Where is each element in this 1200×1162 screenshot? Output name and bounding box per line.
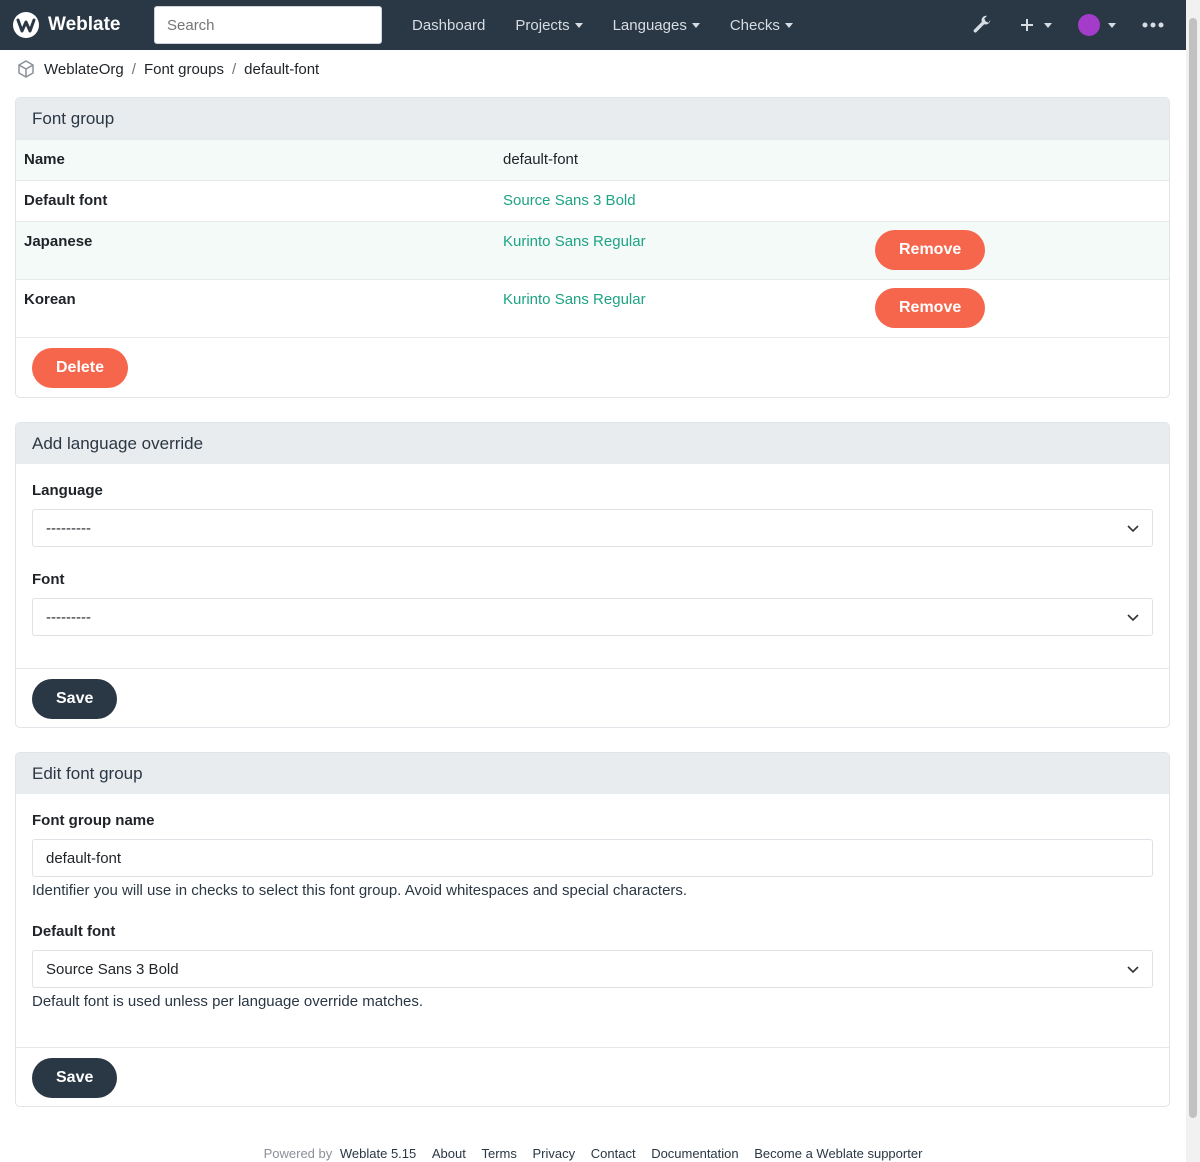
user-menu[interactable] bbox=[1078, 14, 1116, 36]
row-label: Default font bbox=[24, 192, 108, 209]
breadcrumb-current[interactable]: default-font bbox=[244, 61, 319, 78]
avatar bbox=[1078, 14, 1100, 36]
nav-links: Dashboard Projects Languages Checks bbox=[397, 17, 808, 34]
footer-link-contact[interactable]: Contact bbox=[591, 1146, 636, 1161]
select-value: Source Sans 3 Bold bbox=[46, 960, 179, 978]
font-label: Font bbox=[32, 571, 65, 588]
breadcrumb-separator: / bbox=[131, 60, 136, 78]
top-navbar: Weblate Dashboard Projects Languages Che… bbox=[0, 0, 1186, 50]
delete-button[interactable]: Delete bbox=[32, 348, 129, 388]
font-group-name-label: Font group name bbox=[32, 812, 155, 829]
footer-link-supporter[interactable]: Become a Weblate supporter bbox=[754, 1146, 922, 1161]
table-row: Korean Kurinto Sans Regular Remove bbox=[16, 279, 1169, 337]
caret-down-icon bbox=[1044, 22, 1052, 28]
default-font-select[interactable]: Source Sans 3 Bold bbox=[32, 950, 1153, 988]
font-group-card: Font group Name default-font Default fon… bbox=[15, 97, 1170, 398]
scrollbar-thumb[interactable] bbox=[1189, 18, 1197, 1118]
add-override-card: Add language override Language ---------… bbox=[15, 422, 1170, 728]
card-footer: Save bbox=[16, 1047, 1169, 1106]
nav-dashboard[interactable]: Dashboard bbox=[397, 17, 500, 34]
breadcrumb-organization[interactable]: WeblateOrg bbox=[44, 61, 124, 78]
row-label: Name bbox=[24, 151, 65, 168]
footer-link-terms[interactable]: Terms bbox=[481, 1146, 516, 1161]
save-button[interactable]: Save bbox=[32, 679, 118, 719]
table-row: Japanese Kurinto Sans Regular Remove bbox=[16, 221, 1169, 279]
footer-link-version[interactable]: Weblate 5.15 bbox=[340, 1146, 416, 1161]
breadcrumb: WeblateOrg / Font groups / default-font bbox=[16, 57, 319, 81]
name-help-text: Identifier you will use in checks to sel… bbox=[32, 882, 688, 899]
default-font-label: Default font bbox=[32, 923, 116, 940]
organization-icon bbox=[18, 60, 34, 78]
edit-font-group-card: Edit font group Font group name Identifi… bbox=[15, 752, 1170, 1107]
footer-link-about[interactable]: About bbox=[432, 1146, 466, 1161]
card-title: Font group bbox=[16, 98, 1169, 139]
override-form: Language --------- Font --------- bbox=[16, 464, 1169, 668]
nav-checks[interactable]: Checks bbox=[715, 17, 808, 34]
nav-right bbox=[945, 0, 1164, 50]
caret-down-icon bbox=[1108, 22, 1116, 28]
footer-link-privacy[interactable]: Privacy bbox=[533, 1146, 576, 1161]
caret-down-icon bbox=[784, 22, 793, 28]
page-footer: Powered by Weblate 5.15 About Terms Priv… bbox=[0, 1146, 1186, 1161]
card-title: Edit font group bbox=[16, 753, 1169, 794]
caret-down-icon bbox=[574, 22, 583, 28]
select-value: --------- bbox=[46, 608, 91, 626]
nav-languages[interactable]: Languages bbox=[598, 17, 715, 34]
scrollbar[interactable] bbox=[1186, 0, 1200, 1162]
save-button[interactable]: Save bbox=[32, 1058, 118, 1098]
chevron-down-icon bbox=[1127, 614, 1139, 622]
nav-projects[interactable]: Projects bbox=[500, 17, 597, 34]
plus-icon[interactable] bbox=[1019, 17, 1052, 33]
more-icon[interactable] bbox=[1142, 22, 1164, 28]
remove-button[interactable]: Remove bbox=[875, 288, 986, 328]
card-footer: Save bbox=[16, 668, 1169, 727]
card-footer: Delete bbox=[16, 337, 1169, 397]
table-row: Default font Source Sans 3 Bold bbox=[16, 180, 1169, 221]
font-group-name-input[interactable] bbox=[32, 839, 1153, 877]
remove-button[interactable]: Remove bbox=[875, 230, 986, 270]
language-label: Language bbox=[32, 482, 103, 499]
search-input[interactable] bbox=[154, 6, 382, 44]
language-select[interactable]: --------- bbox=[32, 509, 1153, 547]
brand[interactable]: Weblate bbox=[12, 11, 142, 39]
font-link[interactable]: Kurinto Sans Regular bbox=[503, 233, 646, 250]
wrench-icon[interactable] bbox=[971, 14, 993, 36]
font-link[interactable]: Kurinto Sans Regular bbox=[503, 291, 646, 308]
font-select[interactable]: --------- bbox=[32, 598, 1153, 636]
chevron-down-icon bbox=[1127, 966, 1139, 974]
table-row: Name default-font bbox=[16, 139, 1169, 180]
breadcrumb-font-groups[interactable]: Font groups bbox=[144, 61, 224, 78]
row-value: default-font bbox=[503, 151, 579, 168]
breadcrumb-separator: / bbox=[231, 60, 237, 78]
edit-form: Font group name Identifier you will use … bbox=[16, 794, 1169, 1047]
brand-name: Weblate bbox=[48, 14, 121, 35]
powered-by-text: Powered by bbox=[263, 1146, 333, 1161]
footer-link-documentation[interactable]: Documentation bbox=[651, 1146, 738, 1161]
card-title: Add language override bbox=[16, 423, 1169, 464]
font-link[interactable]: Source Sans 3 Bold bbox=[503, 192, 636, 209]
select-value: --------- bbox=[46, 519, 91, 537]
weblate-logo-icon bbox=[13, 12, 39, 38]
default-font-help-text: Default font is used unless per language… bbox=[32, 993, 424, 1010]
row-label: Korean bbox=[24, 291, 76, 308]
chevron-down-icon bbox=[1127, 525, 1139, 533]
row-label: Japanese bbox=[24, 233, 93, 250]
caret-down-icon bbox=[691, 22, 700, 28]
